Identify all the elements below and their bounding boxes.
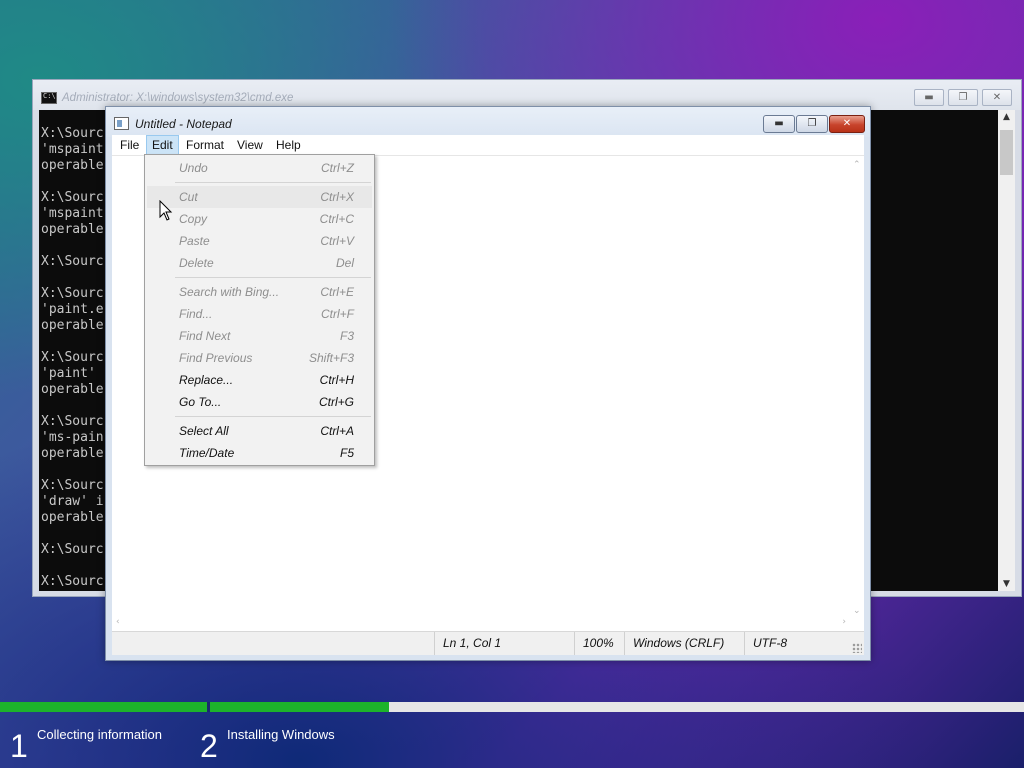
menu-item-label: Cut — [179, 190, 198, 204]
menu-item-shortcut: F3 — [339, 329, 354, 343]
notepad-close-button[interactable]: ✕ — [829, 115, 865, 133]
menu-item-shortcut: Ctrl+X — [320, 190, 354, 204]
menu-item-time-date[interactable]: Time/Date F5 — [147, 442, 372, 464]
menu-item-shortcut: Ctrl+F — [321, 307, 354, 321]
step-number: 2 — [200, 728, 218, 764]
cmd-scrollbar[interactable]: ▲ ▼ — [998, 110, 1015, 591]
step-number: 1 — [10, 728, 28, 764]
menu-item-shortcut: Ctrl+C — [319, 212, 354, 226]
menu-item-find-previous[interactable]: Find Previous Shift+F3 — [147, 347, 372, 369]
menu-item-search-with-bing[interactable]: Search with Bing... Ctrl+E — [147, 281, 372, 303]
cmd-close-button[interactable]: ✕ — [982, 89, 1012, 106]
scroll-left-icon[interactable]: ‹ — [116, 617, 120, 627]
step-label: Installing Windows — [227, 727, 335, 742]
step-1-progress-fill — [0, 702, 207, 712]
notepad-window-title: Untitled - Notepad — [135, 117, 232, 131]
menu-item-label: Replace... — [179, 373, 234, 387]
status-encoding: UTF-8 — [744, 632, 864, 655]
maximize-icon: ❐ — [958, 92, 968, 103]
menu-separator — [175, 182, 371, 183]
scroll-up-icon[interactable]: ⌃ — [853, 160, 861, 170]
menu-item-shortcut: Del — [335, 256, 354, 270]
menu-item-shortcut: Ctrl+V — [320, 234, 354, 248]
notepad-status-bar: Ln 1, Col 1 100% Windows (CRLF) UTF-8 — [112, 631, 864, 655]
notepad-horizontal-scrollbar[interactable]: ‹ › — [112, 617, 850, 631]
status-cursor-position: Ln 1, Col 1 — [434, 632, 574, 655]
menu-item-undo[interactable]: Undo Ctrl+Z — [147, 157, 372, 179]
menu-item-select-all[interactable]: Select All Ctrl+A — [147, 420, 372, 442]
step-1-progress — [0, 702, 207, 712]
cmd-scroll-thumb[interactable] — [1000, 130, 1013, 175]
menu-item-shortcut: Ctrl+A — [320, 424, 354, 438]
scroll-up-icon[interactable]: ▲ — [998, 112, 1015, 122]
menu-item-shortcut: Ctrl+H — [319, 373, 354, 387]
notepad-app-icon — [114, 117, 129, 130]
menu-item-label: Paste — [179, 234, 210, 248]
status-line-ending: Windows (CRLF) — [624, 632, 744, 655]
menu-item-label: Find Next — [179, 329, 231, 343]
menu-item-shortcut: Ctrl+G — [318, 395, 354, 409]
menu-item-label: Search with Bing... — [179, 285, 280, 299]
maximize-icon: ❐ — [807, 118, 817, 129]
menu-item-label: Select All — [179, 424, 229, 438]
menu-format[interactable]: Format — [181, 135, 229, 155]
menu-item-label: Go To... — [179, 395, 222, 409]
step-label: Collecting information — [37, 727, 163, 742]
minimize-icon: ▬ — [924, 92, 934, 103]
status-zoom: 100% — [574, 632, 624, 655]
scroll-down-icon[interactable]: ⌄ — [853, 606, 861, 616]
scroll-right-icon[interactable]: › — [842, 617, 846, 627]
menu-item-cut[interactable]: Cut Ctrl+X — [147, 186, 372, 208]
minimize-icon: ▬ — [774, 118, 784, 129]
menu-separator — [175, 277, 371, 278]
cmd-maximize-button[interactable]: ❐ — [948, 89, 978, 106]
notepad-menu-bar: File Edit Format View Help — [112, 135, 864, 155]
menu-item-replace[interactable]: Replace... Ctrl+H — [147, 369, 372, 391]
cmd-app-icon — [41, 92, 57, 104]
menu-item-find[interactable]: Find... Ctrl+F — [147, 303, 372, 325]
notepad-title-bar[interactable]: Untitled - Notepad ▬ ❐ ✕ — [106, 107, 870, 137]
menu-item-find-next[interactable]: Find Next F3 — [147, 325, 372, 347]
notepad-minimize-button[interactable]: ▬ — [763, 115, 795, 133]
step-2-progress — [210, 702, 1024, 712]
menu-item-copy[interactable]: Copy Ctrl+C — [147, 208, 372, 230]
mouse-pointer-icon — [159, 200, 173, 221]
cmd-output: X:\Sourc 'mspaint operable X:\Sourc 'msp… — [41, 126, 104, 589]
menu-item-label: Undo — [179, 161, 208, 175]
menu-help[interactable]: Help — [271, 135, 306, 155]
menu-item-delete[interactable]: Delete Del — [147, 252, 372, 274]
setup-progress-bar — [0, 702, 1024, 712]
menu-item-shortcut: Ctrl+Z — [321, 161, 354, 175]
menu-file[interactable]: File — [115, 135, 144, 155]
close-icon: ✕ — [842, 118, 852, 129]
menu-item-go-to[interactable]: Go To... Ctrl+G — [147, 391, 372, 413]
menu-item-shortcut: Shift+F3 — [308, 351, 354, 365]
close-icon: ✕ — [992, 92, 1002, 103]
step-2-progress-fill — [210, 702, 390, 712]
menu-item-paste[interactable]: Paste Ctrl+V — [147, 230, 372, 252]
menu-item-shortcut: F5 — [339, 446, 354, 460]
edit-menu-dropdown: Undo Ctrl+Z Cut Ctrl+X Copy Ctrl+C Paste… — [144, 154, 375, 466]
menu-item-label: Copy — [179, 212, 208, 226]
menu-item-label: Find Previous — [179, 351, 253, 365]
notepad-maximize-button[interactable]: ❐ — [796, 115, 828, 133]
notepad-vertical-scrollbar[interactable]: ⌃ ⌄ — [850, 156, 864, 618]
menu-item-label: Find... — [179, 307, 213, 321]
cmd-window-title: Administrator: X:\windows\system32\cmd.e… — [62, 92, 294, 104]
menu-item-label: Delete — [179, 256, 214, 270]
scroll-down-icon[interactable]: ▼ — [998, 579, 1015, 589]
menu-item-label: Time/Date — [179, 446, 235, 460]
menu-view[interactable]: View — [232, 135, 268, 155]
menu-edit[interactable]: Edit — [146, 135, 179, 155]
cmd-minimize-button[interactable]: ▬ — [914, 89, 944, 106]
resize-grip-icon[interactable] — [852, 643, 862, 653]
menu-item-shortcut: Ctrl+E — [320, 285, 354, 299]
menu-separator — [175, 416, 371, 417]
